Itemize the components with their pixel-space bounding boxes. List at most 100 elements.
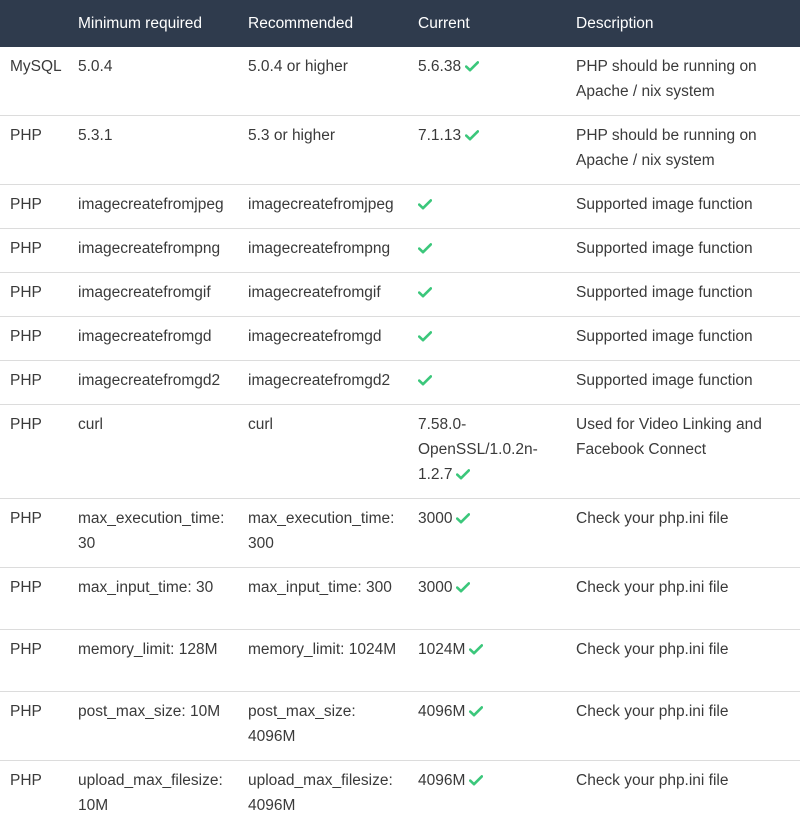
cell-recommended: upload_max_filesize: 4096M	[238, 761, 408, 829]
cell-recommended: imagecreatefrompng	[238, 229, 408, 273]
cell-minimum-required: max_input_time: 30	[68, 568, 238, 630]
cell-description-text: Supported image function	[576, 196, 753, 213]
cell-description-text: Check your php.ini file	[576, 510, 729, 527]
cell-recommended: memory_limit: 1024M	[238, 630, 408, 692]
cell-recommended-text: upload_max_filesize: 4096M	[248, 772, 393, 814]
cell-description: Supported image function	[566, 361, 800, 405]
header-type	[0, 0, 68, 47]
cell-minimum-required: post_max_size: 10M	[68, 692, 238, 761]
cell-current-text: 7.58.0-OpenSSL/1.0.2n-1.2.7	[418, 416, 538, 483]
checkmark-icon	[469, 706, 483, 717]
cell-type: PHP	[0, 761, 68, 829]
checkmark-icon	[456, 469, 470, 480]
checkmark-icon	[418, 375, 432, 386]
checkmark-icon	[418, 243, 432, 254]
checkmark-icon	[418, 287, 432, 298]
cell-description-text: Check your php.ini file	[576, 703, 729, 720]
cell-type-text: PHP	[10, 240, 42, 257]
table-row: PHPimagecreatefromgd2imagecreatefromgd2S…	[0, 361, 800, 405]
table-row: PHPpost_max_size: 10Mpost_max_size: 4096…	[0, 692, 800, 761]
cell-description: Supported image function	[566, 229, 800, 273]
cell-description: Supported image function	[566, 185, 800, 229]
cell-minimum-required: 5.3.1	[68, 116, 238, 185]
cell-minimum-required-text: 5.3.1	[78, 127, 112, 144]
cell-minimum-required: upload_max_filesize: 10M	[68, 761, 238, 829]
header-row: Minimum required Recommended Current Des…	[0, 0, 800, 47]
cell-description-text: Check your php.ini file	[576, 772, 729, 789]
cell-current	[408, 273, 566, 317]
cell-description: Check your php.ini file	[566, 630, 800, 692]
cell-type-text: PHP	[10, 196, 42, 213]
cell-minimum-required: imagecreatefromgd	[68, 317, 238, 361]
checkmark-icon	[465, 61, 479, 72]
cell-description: Supported image function	[566, 317, 800, 361]
cell-current	[408, 361, 566, 405]
cell-type-text: PHP	[10, 641, 42, 658]
cell-minimum-required-text: post_max_size: 10M	[78, 703, 220, 720]
cell-recommended-text: memory_limit: 1024M	[248, 641, 396, 658]
cell-current: 4096M	[408, 692, 566, 761]
cell-current: 5.6.38	[408, 47, 566, 116]
cell-description: PHP should be running on Apache / nix sy…	[566, 116, 800, 185]
cell-type-text: PHP	[10, 772, 42, 789]
checkmark-icon	[418, 331, 432, 342]
cell-recommended-text: 5.0.4 or higher	[248, 58, 348, 75]
cell-type: MySQL	[0, 47, 68, 116]
table-row: PHPimagecreatefromgifimagecreatefromgifS…	[0, 273, 800, 317]
header-description: Description	[566, 0, 800, 47]
cell-recommended-text: imagecreatefromgd	[248, 328, 382, 345]
table-row: PHP memory_limit: 128M memory_limit: 1024M…	[0, 630, 800, 692]
cell-current-text: 7.1.13	[418, 127, 461, 144]
cell-type-text: PHP	[10, 510, 42, 527]
header-current: Current	[408, 0, 566, 47]
cell-type-text: PHP	[10, 416, 42, 433]
cell-description: Used for Video Linking and Facebook Conn…	[566, 405, 800, 499]
cell-type-text: PHP	[10, 372, 42, 389]
cell-recommended: max_execution_time: 300	[238, 499, 408, 568]
cell-minimum-required: memory_limit: 128M	[68, 630, 238, 692]
cell-description-text: Supported image function	[576, 328, 753, 345]
cell-description-text: Used for Video Linking and Facebook Conn…	[576, 416, 762, 458]
cell-current: 1024M	[408, 630, 566, 692]
cell-description: Check your php.ini file	[566, 499, 800, 568]
cell-description: Check your php.ini file	[566, 761, 800, 829]
cell-recommended: imagecreatefromjpeg	[238, 185, 408, 229]
checkmark-icon	[456, 513, 470, 524]
cell-description: Check your php.ini file	[566, 692, 800, 761]
cell-minimum-required-text: max_execution_time: 30	[78, 510, 224, 552]
table-row: PHPcurlcurl7.58.0-OpenSSL/1.0.2n-1.2.7Us…	[0, 405, 800, 499]
requirements-table: Minimum required Recommended Current Des…	[0, 0, 800, 829]
checkmark-icon	[469, 775, 483, 786]
cell-recommended: imagecreatefromgif	[238, 273, 408, 317]
cell-current-text: 1024M	[418, 641, 465, 658]
cell-recommended-text: max_execution_time: 300	[248, 510, 394, 552]
table-row: PHPimagecreatefrompngimagecreatefrompngS…	[0, 229, 800, 273]
cell-current: 3000	[408, 568, 566, 630]
cell-type-text: PHP	[10, 284, 42, 301]
cell-minimum-required: 5.0.4	[68, 47, 238, 116]
cell-minimum-required-text: memory_limit: 128M	[78, 641, 218, 658]
cell-type: PHP	[0, 405, 68, 499]
cell-current: 4096M	[408, 761, 566, 829]
header-recommended: Recommended	[238, 0, 408, 47]
cell-type: PHP	[0, 273, 68, 317]
cell-minimum-required-text: 5.0.4	[78, 58, 112, 75]
cell-minimum-required-text: imagecreatefromgif	[78, 284, 211, 301]
cell-recommended: imagecreatefromgd	[238, 317, 408, 361]
cell-type-text: PHP	[10, 127, 42, 144]
cell-recommended-text: imagecreatefromjpeg	[248, 196, 394, 213]
checkmark-icon	[465, 130, 479, 141]
cell-minimum-required-text: imagecreatefromgd2	[78, 372, 220, 389]
cell-current	[408, 229, 566, 273]
cell-recommended: max_input_time: 300	[238, 568, 408, 630]
cell-current-text: 4096M	[418, 772, 465, 789]
table-row: PHPimagecreatefromgdimagecreatefromgdSup…	[0, 317, 800, 361]
cell-recommended-text: post_max_size: 4096M	[248, 703, 356, 745]
checkmark-icon	[456, 582, 470, 593]
cell-type: PHP	[0, 229, 68, 273]
header-minimum-required: Minimum required	[68, 0, 238, 47]
table-row: PHP upload_max_filesize: 10Mupload_max_fi…	[0, 761, 800, 829]
cell-description-text: PHP should be running on Apache / nix sy…	[576, 127, 757, 169]
cell-recommended: 5.0.4 or higher	[238, 47, 408, 116]
cell-minimum-required: imagecreatefromgd2	[68, 361, 238, 405]
